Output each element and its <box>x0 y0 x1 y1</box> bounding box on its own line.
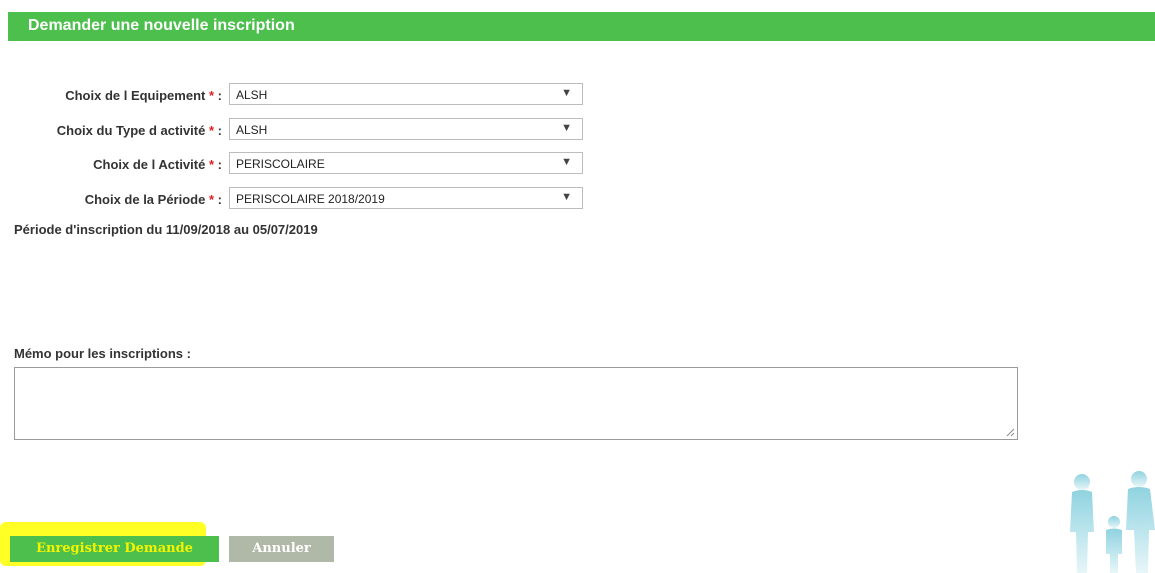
triangle-down-icon: ▼ <box>561 87 572 99</box>
label-colon: : <box>217 123 222 138</box>
required-marker: * <box>208 192 215 207</box>
select-value: PERISCOLAIRE <box>236 157 325 171</box>
select-value: PERISCOLAIRE 2018/2019 <box>236 192 385 206</box>
field-label-periode: Choix de la Période * : <box>85 192 222 207</box>
select-value: ALSH <box>236 123 268 137</box>
form-row-periode: Choix de la Période * : PERISCOLAIRE 201… <box>0 187 600 211</box>
field-label-activite: Choix de l Activité * : <box>93 157 222 172</box>
period-info-text: Période d'inscription du 11/09/2018 au 0… <box>14 222 318 237</box>
required-marker: * <box>208 88 215 103</box>
save-request-button[interactable]: Enregistrer Demande <box>10 536 219 562</box>
select-periode[interactable]: PERISCOLAIRE 2018/2019 ▼ <box>229 187 583 209</box>
label-text: Choix du Type d activité <box>56 123 206 138</box>
cancel-label: Annuler <box>252 541 311 556</box>
label-colon: : <box>217 192 222 207</box>
select-value: ALSH <box>236 88 268 102</box>
label-colon: : <box>217 88 222 103</box>
resize-grip-icon[interactable] <box>1005 427 1015 437</box>
required-marker: * <box>208 123 215 138</box>
memo-label: Mémo pour les inscriptions : <box>14 346 191 361</box>
triangle-down-icon: ▼ <box>561 191 572 203</box>
field-label-type-activite: Choix du Type d activité * : <box>57 123 222 138</box>
form-row-activite: Choix de l Activité * : PERISCOLAIRE ▼ <box>0 152 600 176</box>
form-row-equipement: Choix de l Equipement * : ALSH ▼ <box>0 83 600 107</box>
cancel-button[interactable]: Annuler <box>229 536 334 562</box>
select-activite[interactable]: PERISCOLAIRE ▼ <box>229 152 583 174</box>
select-equipement[interactable]: ALSH ▼ <box>229 83 583 105</box>
page-title: Demander une nouvelle inscription <box>28 17 295 34</box>
family-silhouette-icon <box>1070 471 1155 573</box>
triangle-down-icon: ▼ <box>561 156 572 168</box>
form-row-type-activite: Choix du Type d activité * : ALSH ▼ <box>0 118 600 142</box>
save-request-label: Enregistrer Demande <box>36 541 193 556</box>
select-type-activite[interactable]: ALSH ▼ <box>229 118 583 140</box>
field-label-equipement: Choix de l Equipement * : <box>65 88 222 103</box>
label-text: Choix de l Activité <box>93 157 206 172</box>
required-marker: * <box>208 157 215 172</box>
label-text: Choix de la Période <box>84 192 206 207</box>
page-header: Demander une nouvelle inscription <box>8 12 1155 41</box>
triangle-down-icon: ▼ <box>561 122 572 134</box>
label-text: Choix de l Equipement <box>65 88 206 103</box>
memo-textarea[interactable] <box>14 367 1018 440</box>
label-colon: : <box>217 157 222 172</box>
